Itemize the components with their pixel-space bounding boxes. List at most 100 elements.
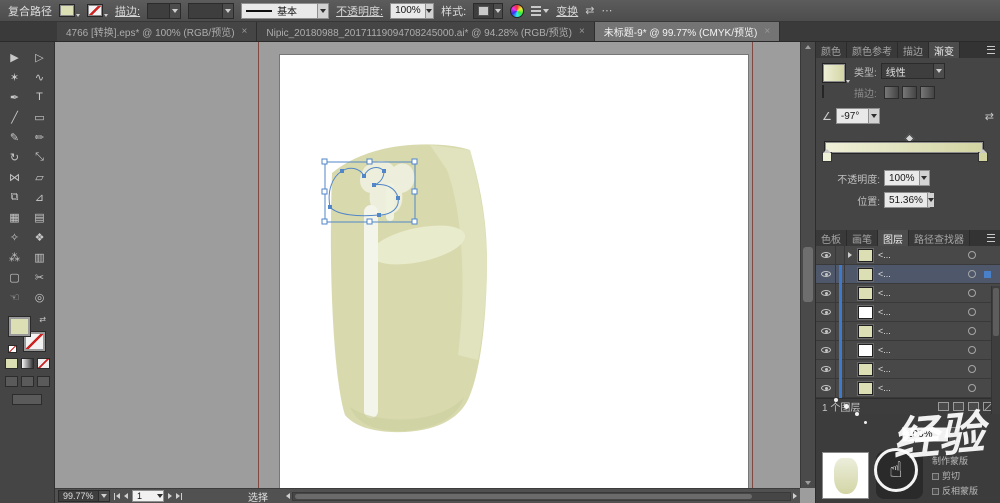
pen-tool[interactable]: ✒ <box>2 87 27 107</box>
layer-name[interactable]: <... <box>876 288 968 298</box>
horizontal-scroll-thumb[interactable] <box>295 494 752 499</box>
layer-name[interactable]: <... <box>876 364 968 374</box>
gradient-opacity-select[interactable]: 100% <box>884 170 930 186</box>
expand-toggle[interactable] <box>845 303 855 321</box>
object-thumbnail[interactable] <box>822 452 869 499</box>
layer-name[interactable]: <... <box>876 250 968 260</box>
gradient-tool[interactable]: ▤ <box>27 207 52 227</box>
layer-row[interactable]: <... <box>816 265 1000 284</box>
visibility-toggle[interactable] <box>816 341 836 359</box>
gradient-stop-end[interactable] <box>978 152 988 162</box>
target-circle[interactable] <box>968 270 976 278</box>
layer-row[interactable]: <... <box>816 246 1000 265</box>
expand-toggle[interactable] <box>845 360 855 378</box>
layer-thumbnail[interactable] <box>858 363 873 376</box>
selection-tool[interactable]: ▶ <box>2 47 27 67</box>
scale-tool[interactable]: ⤡ <box>27 147 52 167</box>
gradient-swatch[interactable] <box>822 63 846 83</box>
document-tab[interactable]: Nipic_20180988_20171119094708245000.ai* … <box>257 21 594 41</box>
slice-tool[interactable]: ✂ <box>27 267 52 287</box>
panel-tab[interactable]: 描边 <box>898 42 929 58</box>
edit-column[interactable] <box>836 303 845 321</box>
shape-builder-tool[interactable]: ⧉ <box>2 187 27 207</box>
line-segment-tool[interactable]: ╱ <box>2 107 27 127</box>
next-artboard-button[interactable] <box>168 493 172 499</box>
visibility-toggle[interactable] <box>816 284 836 302</box>
panel-tab[interactable]: 颜色参考 <box>847 42 898 58</box>
visibility-toggle[interactable] <box>816 379 836 397</box>
eyedropper-tool[interactable]: ✧ <box>2 227 27 247</box>
expand-toggle[interactable] <box>845 341 855 359</box>
width-tool[interactable]: ⋈ <box>2 167 27 187</box>
prev-artboard-button[interactable] <box>124 493 128 499</box>
layer-thumbnail[interactable] <box>858 268 873 281</box>
make-mask-button[interactable]: 制作蒙版 <box>932 454 978 469</box>
stroke-gradient-across-ic[interactable] <box>920 86 935 99</box>
layer-name[interactable]: <... <box>876 383 968 393</box>
stroke-gradient-along-ic[interactable] <box>902 86 917 99</box>
new-sublayer-icon[interactable] <box>953 402 964 411</box>
visibility-toggle[interactable] <box>816 303 836 321</box>
layer-thumbnail[interactable] <box>858 382 873 395</box>
stroke-gradient-within-ic[interactable] <box>884 86 899 99</box>
paintbrush-tool[interactable]: ✎ <box>2 127 27 147</box>
visibility-toggle[interactable] <box>816 360 836 378</box>
invert-mask-checkbox[interactable]: 反相蒙版 <box>932 484 978 499</box>
stroke-gradient-swatch[interactable] <box>822 85 824 98</box>
stroke-weight-select[interactable] <box>147 3 181 19</box>
draw-inside-button[interactable] <box>37 376 50 387</box>
layer-row[interactable]: <... <box>816 341 1000 360</box>
cup-artwork[interactable] <box>331 144 487 432</box>
scroll-right-icon[interactable] <box>793 493 797 499</box>
gradient-type-select[interactable]: 线性 <box>881 63 945 79</box>
tab-close-icon[interactable]: × <box>764 26 770 37</box>
mask-thumbnail-well[interactable] <box>876 451 923 499</box>
panel-tab[interactable]: 画笔 <box>847 230 878 246</box>
magic-wand-tool[interactable]: ✶ <box>2 67 27 87</box>
edit-column[interactable] <box>836 322 845 340</box>
canvas[interactable]: 99.77% 1 选择 <box>55 42 815 503</box>
style-select[interactable] <box>473 3 503 19</box>
gradient-slider[interactable] <box>824 132 992 162</box>
make-clip-mask-icon[interactable] <box>938 402 949 411</box>
stroke-panel-link[interactable]: 描边: <box>115 3 140 19</box>
target-circle[interactable] <box>968 289 976 297</box>
gradient-angle-select[interactable]: -97° <box>836 108 880 124</box>
scroll-down-icon[interactable] <box>801 481 815 485</box>
new-layer-icon[interactable] <box>968 402 979 411</box>
tab-close-icon[interactable]: × <box>579 26 585 37</box>
target-circle[interactable] <box>968 346 976 354</box>
edit-column[interactable] <box>836 360 845 378</box>
rectangle-tool[interactable]: ▭ <box>27 107 52 127</box>
panel-tab[interactable]: 颜色 <box>816 42 847 58</box>
layer-name[interactable]: <... <box>876 269 968 279</box>
target-circle[interactable] <box>968 327 976 335</box>
panel-tab[interactable]: 色板 <box>816 230 847 246</box>
clip-checkbox[interactable]: 剪切 <box>932 469 978 484</box>
edit-column[interactable] <box>836 284 845 302</box>
horizontal-scrollbar[interactable] <box>286 492 797 501</box>
expand-toggle[interactable] <box>845 265 855 283</box>
artboard-number-field[interactable]: 1 <box>132 490 164 502</box>
rotate-tool[interactable]: ↻ <box>2 147 27 167</box>
document-tab[interactable]: 4766 [转换].eps* @ 100% (RGB/预览) × <box>57 21 257 41</box>
expand-toggle[interactable] <box>845 379 855 397</box>
panel-menu-icon[interactable] <box>982 42 1000 58</box>
reverse-gradient-icon[interactable]: ⇄ <box>985 110 994 123</box>
free-transform-tool[interactable]: ▱ <box>27 167 52 187</box>
variable-width-select[interactable] <box>188 3 234 19</box>
opacity-select[interactable]: 100% <box>390 3 434 19</box>
layer-thumbnail[interactable] <box>858 249 873 262</box>
panel-tab[interactable]: 图层 <box>878 230 909 246</box>
more-options-icon[interactable]: ⋯ <box>601 4 612 17</box>
artboard-tool[interactable]: ▢ <box>2 267 27 287</box>
fill-stroke-indicator[interactable]: ⇄ <box>9 317 45 351</box>
layer-row[interactable]: <... <box>816 379 1000 398</box>
layer-thumbnail[interactable] <box>858 287 873 300</box>
edit-column[interactable] <box>836 379 845 397</box>
layer-thumbnail[interactable] <box>858 344 873 357</box>
screen-mode-button[interactable] <box>12 394 42 405</box>
tab-close-icon[interactable]: × <box>242 26 248 37</box>
layer-name[interactable]: <... <box>876 345 968 355</box>
expand-toggle[interactable] <box>845 246 855 264</box>
